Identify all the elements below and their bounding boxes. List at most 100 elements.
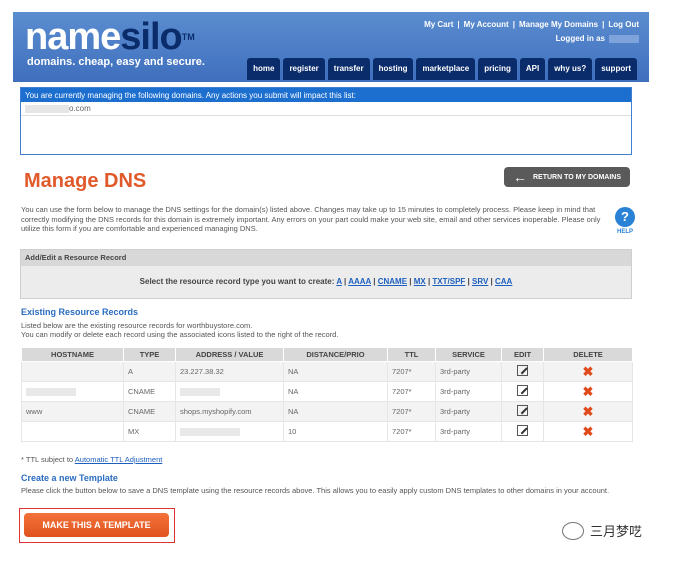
existing-desc-2: You can modify or delete each record usi… xyxy=(21,330,339,339)
cell-type: MX xyxy=(123,421,176,442)
nav-register[interactable]: register xyxy=(283,58,325,80)
cell-prio: NA xyxy=(283,361,388,382)
nav-hosting[interactable]: hosting xyxy=(372,58,414,80)
help-icon: ? xyxy=(615,207,635,227)
username-redacted xyxy=(609,34,639,43)
type-srv-link[interactable]: SRV xyxy=(472,277,488,286)
add-edit-header: Add/Edit a Resource Record xyxy=(21,250,631,266)
existing-desc-1: Listed below are the existing resource r… xyxy=(21,321,253,330)
cell-delete: ✖ xyxy=(543,381,633,402)
cell-type: A xyxy=(123,361,176,382)
type-a-link[interactable]: A xyxy=(336,277,341,286)
type-mx-link[interactable]: MX xyxy=(414,277,426,286)
delete-icon[interactable]: ✖ xyxy=(583,364,594,379)
site-header: namesiloTM domains. cheap, easy and secu… xyxy=(13,12,649,82)
make-template-button[interactable]: MAKE THIS A TEMPLATE xyxy=(24,513,169,537)
col-edit: EDIT xyxy=(501,347,544,362)
watermark-text: 三月梦呓 xyxy=(590,524,643,539)
template-button-highlight: MAKE THIS A TEMPLATE xyxy=(19,508,175,543)
logo-silo: silo xyxy=(120,16,182,58)
cell-value: shops.myshopify.com xyxy=(175,401,284,422)
type-txt-link[interactable]: TXT/SPF xyxy=(432,277,465,286)
ttl-adjustment-link[interactable]: Automatic TTL Adjustment xyxy=(75,455,163,464)
nav-pricing[interactable]: pricing xyxy=(478,58,517,80)
return-button-label: RETURN TO MY DOMAINS xyxy=(532,173,622,181)
help-label: HELP xyxy=(616,229,633,235)
logo-tm: TM xyxy=(181,32,195,42)
cell-hostname xyxy=(21,421,124,442)
col-hostname: HOSTNAME xyxy=(21,347,124,362)
table-row: www CNAME shops.myshopify.com NA 7207* 3… xyxy=(21,401,633,422)
edit-icon[interactable] xyxy=(517,365,528,376)
nav-transfer[interactable]: transfer xyxy=(327,58,370,80)
page-title: Manage DNS xyxy=(24,170,147,192)
wechat-icon xyxy=(562,521,584,540)
value-redacted xyxy=(180,388,220,396)
my-cart-link[interactable]: My Cart xyxy=(424,20,453,29)
nav-api[interactable]: API xyxy=(519,58,546,80)
cell-type: CNAME xyxy=(123,401,176,422)
record-type-prompt: Select the resource record type you want… xyxy=(139,277,335,286)
ttl-note: * TTL subject to Automatic TTL Adjustmen… xyxy=(21,455,162,464)
cell-prio: 10 xyxy=(283,421,388,442)
type-cname-link[interactable]: CNAME xyxy=(378,277,407,286)
cell-ttl: 7207* xyxy=(387,361,436,382)
delete-icon[interactable]: ✖ xyxy=(583,424,594,439)
cell-edit xyxy=(501,401,544,422)
cell-prio: NA xyxy=(283,401,388,422)
records-table: HOSTNAME TYPE ADDRESS / VALUE DISTANCE/P… xyxy=(21,347,633,442)
nav-home[interactable]: home xyxy=(247,58,281,80)
cell-edit xyxy=(501,421,544,442)
col-delete: DELETE xyxy=(543,347,633,362)
col-ttl: TTL xyxy=(387,347,436,362)
cell-hostname xyxy=(21,381,124,402)
col-value: ADDRESS / VALUE xyxy=(175,347,284,362)
cell-delete: ✖ xyxy=(543,361,633,382)
edit-icon[interactable] xyxy=(517,405,528,416)
watermark: 三月梦呓 xyxy=(562,521,642,540)
nav-support[interactable]: support xyxy=(595,58,637,80)
cell-service: 3rd-party xyxy=(435,421,502,442)
cell-ttl: 7207* xyxy=(387,421,436,442)
logged-in-status: Logged in as xyxy=(556,34,639,43)
logout-link[interactable]: Log Out xyxy=(608,20,639,29)
namesilo-logo[interactable]: namesiloTM xyxy=(25,18,195,56)
hostname-redacted xyxy=(26,388,76,396)
managing-domains-box: You are currently managing the following… xyxy=(20,87,632,155)
manage-domains-link[interactable]: Manage My Domains xyxy=(519,20,598,29)
cell-edit xyxy=(501,381,544,402)
return-to-domains-button[interactable]: ← RETURN TO MY DOMAINS xyxy=(504,167,630,187)
nav-why-us[interactable]: why us? xyxy=(548,58,593,80)
table-header-row: HOSTNAME TYPE ADDRESS / VALUE DISTANCE/P… xyxy=(21,347,633,362)
managed-domain: o.com xyxy=(21,102,631,116)
managing-bar: You are currently managing the following… xyxy=(21,88,631,102)
help-button[interactable]: ? HELP xyxy=(614,207,636,235)
logged-in-label: Logged in as xyxy=(555,34,605,43)
type-aaaa-link[interactable]: AAAA xyxy=(348,277,371,286)
tagline: domains. cheap, easy and secure. xyxy=(27,56,205,68)
nav-marketplace[interactable]: marketplace xyxy=(416,58,476,80)
template-heading: Create a new Template xyxy=(21,473,118,483)
my-account-link[interactable]: My Account xyxy=(464,20,509,29)
cell-delete: ✖ xyxy=(543,421,633,442)
domain-redacted xyxy=(25,104,69,113)
logo-name: name xyxy=(25,16,121,58)
cell-service: 3rd-party xyxy=(435,381,502,402)
cell-service: 3rd-party xyxy=(435,361,502,382)
col-type: TYPE xyxy=(123,347,176,362)
cell-delete: ✖ xyxy=(543,401,633,422)
delete-icon[interactable]: ✖ xyxy=(583,404,594,419)
edit-icon[interactable] xyxy=(517,385,528,396)
edit-icon[interactable] xyxy=(517,425,528,436)
table-row: CNAME NA 7207* 3rd-party ✖ xyxy=(21,381,633,402)
table-row: MX 10 7207* 3rd-party ✖ xyxy=(21,421,633,442)
cell-hostname xyxy=(21,361,124,382)
delete-icon[interactable]: ✖ xyxy=(583,384,594,399)
type-caa-link[interactable]: CAA xyxy=(495,277,512,286)
cell-value: 23.227.38.32 xyxy=(175,361,284,382)
col-prio: DISTANCE/PRIO xyxy=(283,347,388,362)
cell-value xyxy=(175,421,284,442)
table-row: A 23.227.38.32 NA 7207* 3rd-party ✖ xyxy=(21,361,633,382)
value-redacted xyxy=(180,428,240,436)
cell-ttl: 7207* xyxy=(387,401,436,422)
